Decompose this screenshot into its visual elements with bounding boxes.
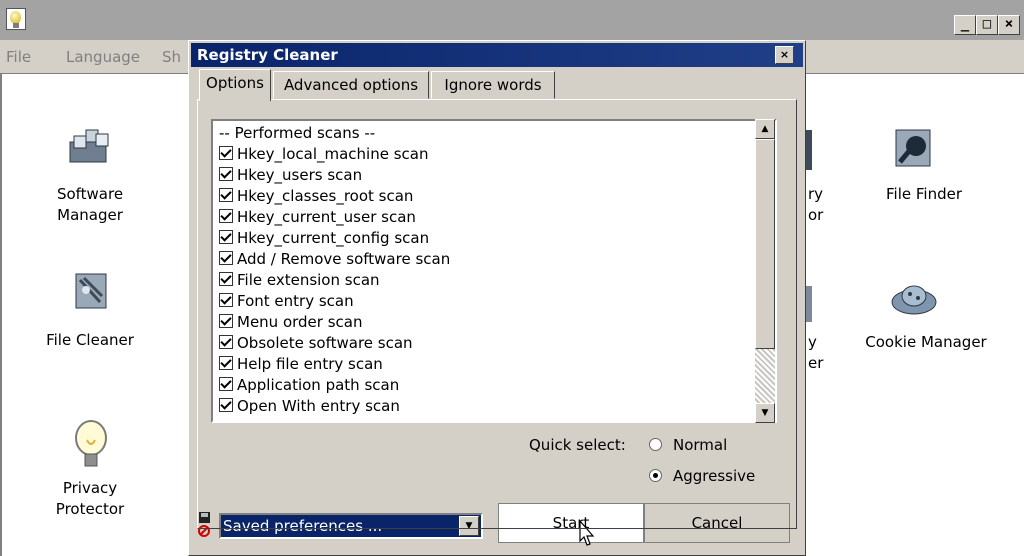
app-tile-cookie-manager[interactable]: Cookie Manager bbox=[856, 276, 996, 376]
app-label: Cookie Manager bbox=[865, 333, 987, 351]
registry-cleaner-dialog: Registry Cleaner × Options Advanced opti… bbox=[188, 40, 806, 556]
app-tile-privacy-protector[interactable]: Privacy Protector bbox=[40, 418, 160, 528]
maximize-button[interactable]: □ bbox=[976, 15, 998, 35]
app-label-line2: or bbox=[808, 206, 824, 224]
menu-language[interactable]: Language bbox=[66, 48, 140, 66]
app-label-line1: ry bbox=[808, 185, 824, 203]
software-manager-icon bbox=[69, 129, 109, 163]
app-tile-software-manager[interactable]: Software Manager bbox=[40, 120, 160, 240]
app-tile-partial-top[interactable]: ry or bbox=[808, 184, 848, 226]
tab-ignore-words[interactable]: Ignore words bbox=[431, 71, 555, 99]
app-label-line1: Software bbox=[56, 185, 124, 203]
app-label-line2: Manager bbox=[57, 206, 123, 224]
app-label: File Cleaner bbox=[46, 331, 134, 349]
tab-options[interactable]: Options bbox=[199, 69, 271, 101]
app-tile-file-finder[interactable]: File Finder bbox=[862, 120, 986, 220]
app-label-line2: er bbox=[808, 354, 824, 372]
menu-file[interactable]: File bbox=[6, 48, 31, 66]
file-cleaner-icon bbox=[75, 273, 107, 309]
app-tile-file-cleaner[interactable]: File Cleaner bbox=[40, 270, 160, 370]
dialog-title: Registry Cleaner bbox=[191, 43, 803, 67]
tab-advanced-options[interactable]: Advanced options bbox=[273, 71, 429, 99]
privacy-protector-icon bbox=[75, 420, 107, 467]
options-panel bbox=[197, 99, 797, 529]
app-label: File Finder bbox=[886, 185, 962, 203]
app-label-line1: Privacy bbox=[62, 479, 118, 497]
menu-show[interactable]: Sh bbox=[162, 48, 181, 66]
file-finder-icon bbox=[895, 129, 931, 167]
dialog-close-button[interactable]: × bbox=[775, 46, 794, 64]
close-button[interactable]: × bbox=[998, 15, 1020, 35]
minimize-button[interactable]: _ bbox=[954, 15, 976, 35]
cookie-manager-icon bbox=[891, 285, 937, 315]
app-label-line1: y bbox=[808, 333, 817, 351]
app-tile-partial-bottom[interactable]: y er bbox=[808, 332, 848, 374]
main-title-bar bbox=[0, 0, 1024, 40]
app-icon[interactable] bbox=[6, 8, 26, 30]
app-label-line2: Protector bbox=[55, 500, 125, 518]
